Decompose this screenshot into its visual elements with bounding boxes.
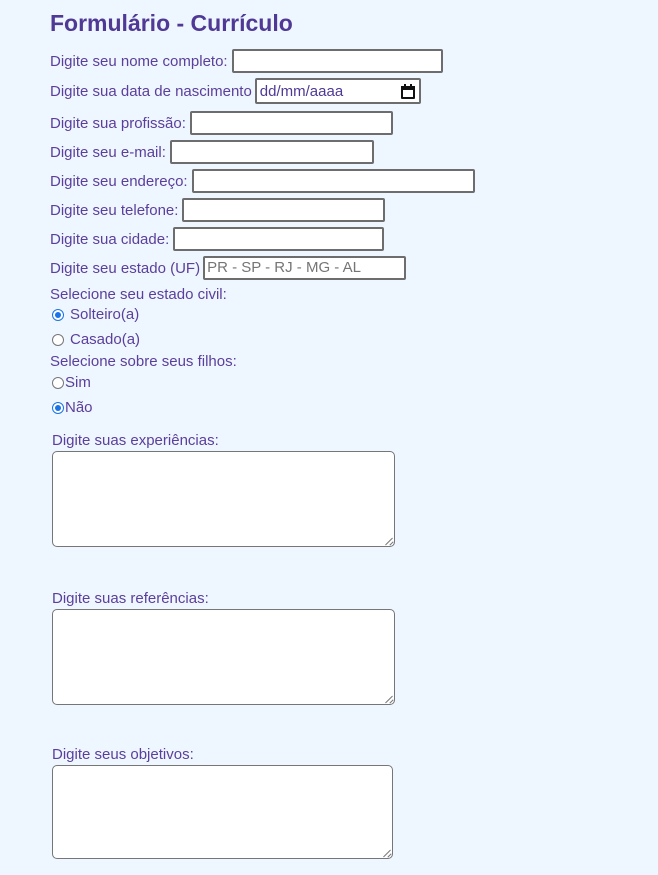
radio-casado-label: Casado(a) (70, 331, 141, 348)
radio-casado[interactable]: Casado(a) (52, 331, 140, 348)
nascimento-date-input[interactable]: dd/mm/aaaa (254, 78, 421, 104)
filhos-label: Selecione sobre seus filhos: (50, 353, 237, 370)
radio-solteiro-dot[interactable] (52, 308, 64, 321)
radio-nao[interactable]: Não (52, 399, 93, 416)
radio-sim-dot[interactable] (52, 376, 64, 389)
resize-handle[interactable] (383, 849, 391, 857)
estado-civil-label: Selecione seu estado civil: (50, 286, 227, 303)
objetivos-label: Digite seus objetivos: (52, 746, 194, 763)
nome-row: Digite seu nome completo: (50, 49, 443, 73)
telefone-label: Digite seu telefone: (50, 201, 179, 219)
radio-sim-label: Sim (65, 374, 91, 391)
cidade-row: Digite sua cidade: (50, 227, 385, 251)
date-placeholder: dd/mm/aaaa (259, 82, 344, 100)
resize-handle[interactable] (385, 537, 393, 545)
email-label: Digite seu e-mail: (50, 143, 166, 161)
nascimento-row: Digite sua data de nascimento dd/mm/aaaa (50, 78, 421, 104)
profissao-input[interactable] (189, 111, 393, 135)
resize-handle[interactable] (385, 695, 393, 703)
experiencias-textarea[interactable] (52, 451, 395, 547)
referencias-label: Digite suas referências: (52, 590, 209, 607)
profissao-label: Digite sua profissão: (50, 114, 186, 132)
experiencias-label: Digite suas experiências: (52, 432, 219, 449)
objetivos-textarea[interactable] (52, 765, 393, 859)
profissao-row: Digite sua profissão: (50, 111, 393, 135)
estado-label: Digite seu estado (UF) (50, 259, 201, 277)
estado-row: Digite seu estado (UF) PR - SP - RJ - MG… (50, 256, 407, 280)
endereco-row: Digite seu endereço: (50, 169, 475, 193)
endereco-label: Digite seu endereço: (50, 172, 188, 190)
estado-input[interactable]: PR - SP - RJ - MG - AL (203, 256, 407, 280)
radio-nao-label: Não (65, 399, 93, 416)
cidade-input[interactable] (173, 227, 385, 251)
nome-label: Digite seu nome completo: (50, 52, 228, 70)
radio-sim[interactable]: Sim (52, 374, 91, 391)
page-title: Formulário - Currículo (50, 10, 293, 36)
telefone-input[interactable] (182, 198, 386, 222)
email-input[interactable] (169, 140, 374, 164)
endereco-input[interactable] (191, 169, 475, 193)
calendar-icon[interactable] (400, 84, 415, 99)
radio-solteiro[interactable]: Solteiro(a) (52, 306, 139, 323)
radio-nao-dot[interactable] (52, 401, 64, 414)
radio-casado-dot[interactable] (52, 333, 64, 346)
radio-solteiro-label: Solteiro(a) (70, 306, 140, 323)
email-row: Digite seu e-mail: (50, 140, 374, 164)
telefone-row: Digite seu telefone: (50, 198, 386, 222)
referencias-textarea[interactable] (52, 609, 395, 705)
nome-input[interactable] (231, 49, 443, 73)
nascimento-label: Digite sua data de nascimento (50, 82, 252, 100)
cidade-label: Digite sua cidade: (50, 230, 170, 248)
